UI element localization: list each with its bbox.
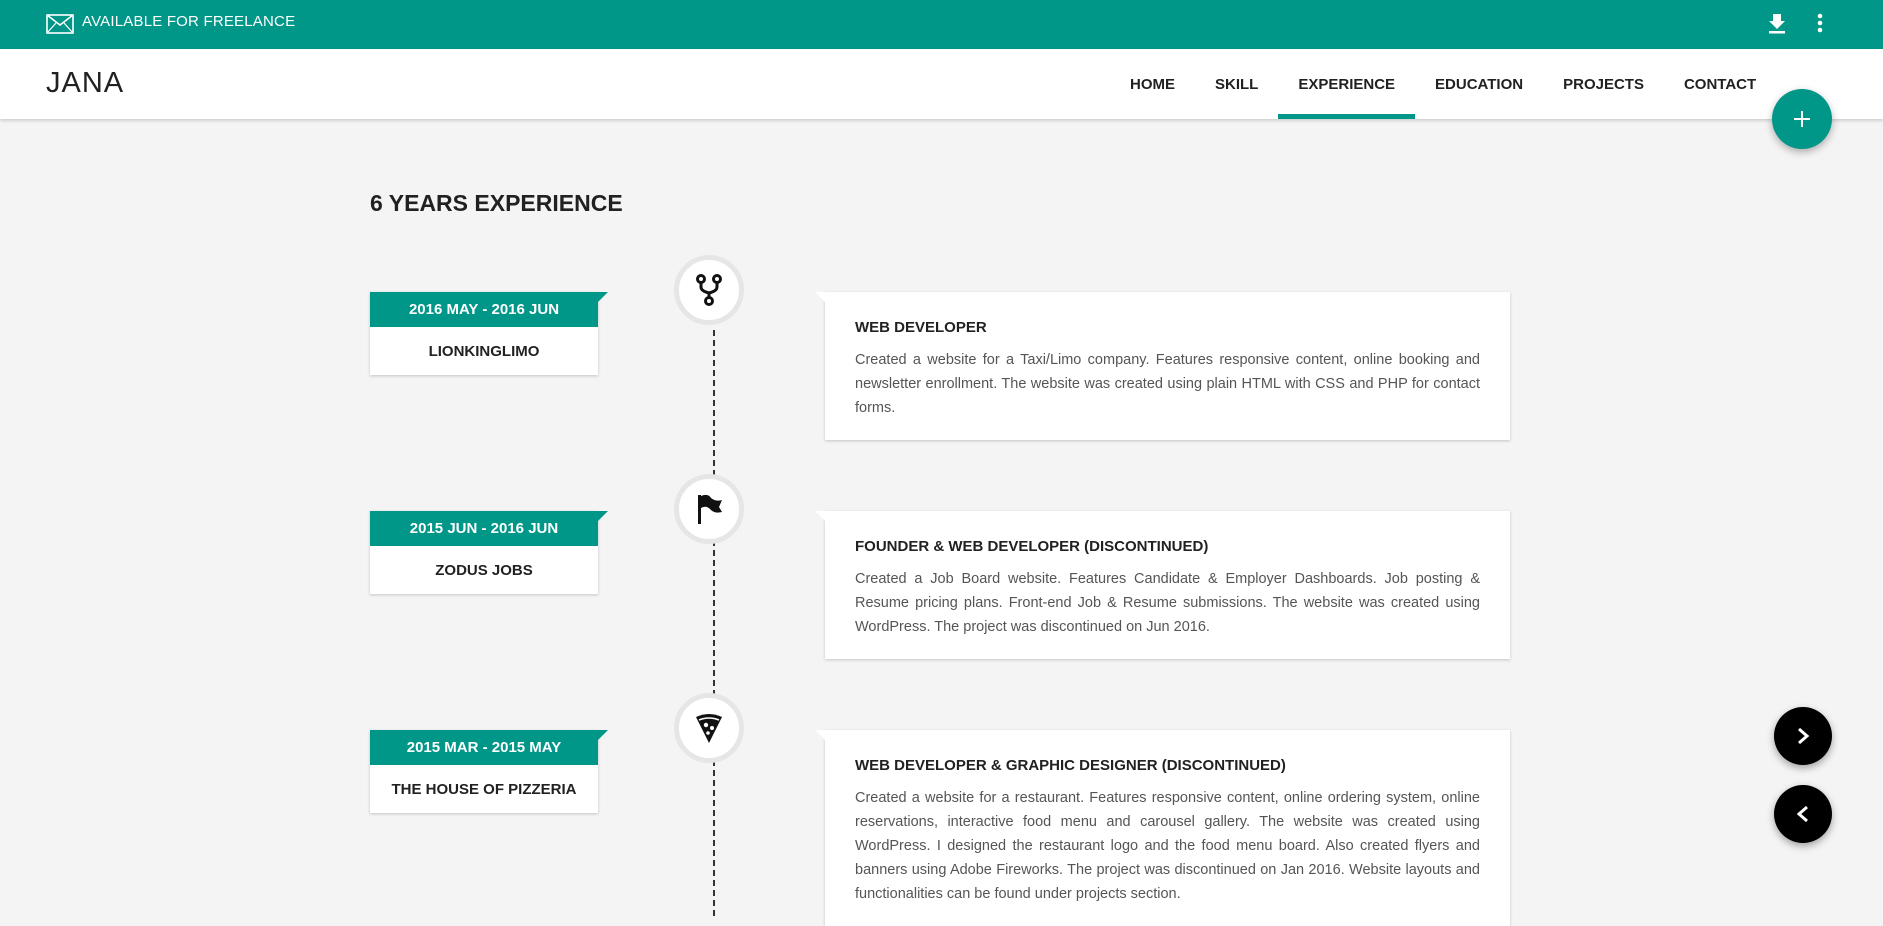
plus-icon [1794,111,1810,127]
nav-item-experience[interactable]: EXPERIENCE [1278,49,1415,119]
nav-item-projects[interactable]: PROJECTS [1543,49,1664,119]
company-name: ZODUS JOBS [435,561,533,579]
chevron-right-icon [1798,727,1810,745]
company-name: THE HOUSE OF PIZZERIA [391,780,577,798]
experience-card: WEB DEVELOPER Created a website for a Ta… [815,292,1510,440]
period-badge: 2015 JUN - 2016 JUN [370,511,608,546]
prev-button[interactable] [1774,785,1832,843]
fork-icon [696,274,722,306]
section-title: 6 YEARS EXPERIENCE [370,190,623,216]
nav-item-education[interactable]: EDUCATION [1415,49,1543,119]
more-vert-icon[interactable] [1810,12,1830,34]
chevron-left-icon [1796,805,1808,823]
next-button[interactable] [1774,707,1832,765]
date-box: 2015 MAR - 2015 MAY THE HOUSE OF PIZZERI… [370,730,608,813]
period-badge: 2016 MAY - 2016 JUN [370,292,608,327]
mail-icon [46,14,74,34]
role-title: WEB DEVELOPER & GRAPHIC DESIGNER (DISCON… [855,757,1286,774]
download-icon[interactable] [1767,12,1787,34]
logo[interactable]: JANA [46,67,124,100]
add-button[interactable] [1772,89,1832,149]
timeline-node [674,474,744,544]
date-box: 2015 JUN - 2016 JUN ZODUS JOBS [370,511,608,594]
availability-text: AVAILABLE FOR FREELANCE [82,13,296,30]
date-box: 2016 MAY - 2016 JUN LIONKINGLIMO [370,292,608,375]
company-name: LIONKINGLIMO [428,342,540,360]
role-title: WEB DEVELOPER [855,319,987,336]
role-description: Created a website for a Taxi/Limo compan… [855,352,1480,416]
experience-card: WEB DEVELOPER & GRAPHIC DESIGNER (DISCON… [815,730,1510,926]
top-bar: AVAILABLE FOR FREELANCE [0,0,1883,49]
flag-icon [698,494,722,524]
role-title: FOUNDER & WEB DEVELOPER (DISCONTINUED) [855,538,1209,555]
nav-item-home[interactable]: HOME [1110,49,1195,119]
role-description: Created a Job Board website. Features Ca… [855,571,1480,635]
main-nav: HOME SKILL EXPERIENCE EDUCATION PROJECTS… [1110,49,1776,119]
header: JANA HOME SKILL EXPERIENCE EDUCATION PRO… [0,49,1883,119]
role-description: Created a website for a restaurant. Feat… [855,790,1480,902]
period-badge: 2015 MAR - 2015 MAY [370,730,608,765]
pizza-icon [696,714,722,743]
timeline-node [674,693,744,763]
timeline-line [713,330,715,916]
nav-item-contact[interactable]: CONTACT [1664,49,1776,119]
timeline-node [674,255,744,325]
experience-card: FOUNDER & WEB DEVELOPER (DISCONTINUED) C… [815,511,1510,659]
nav-item-skill[interactable]: SKILL [1195,49,1278,119]
